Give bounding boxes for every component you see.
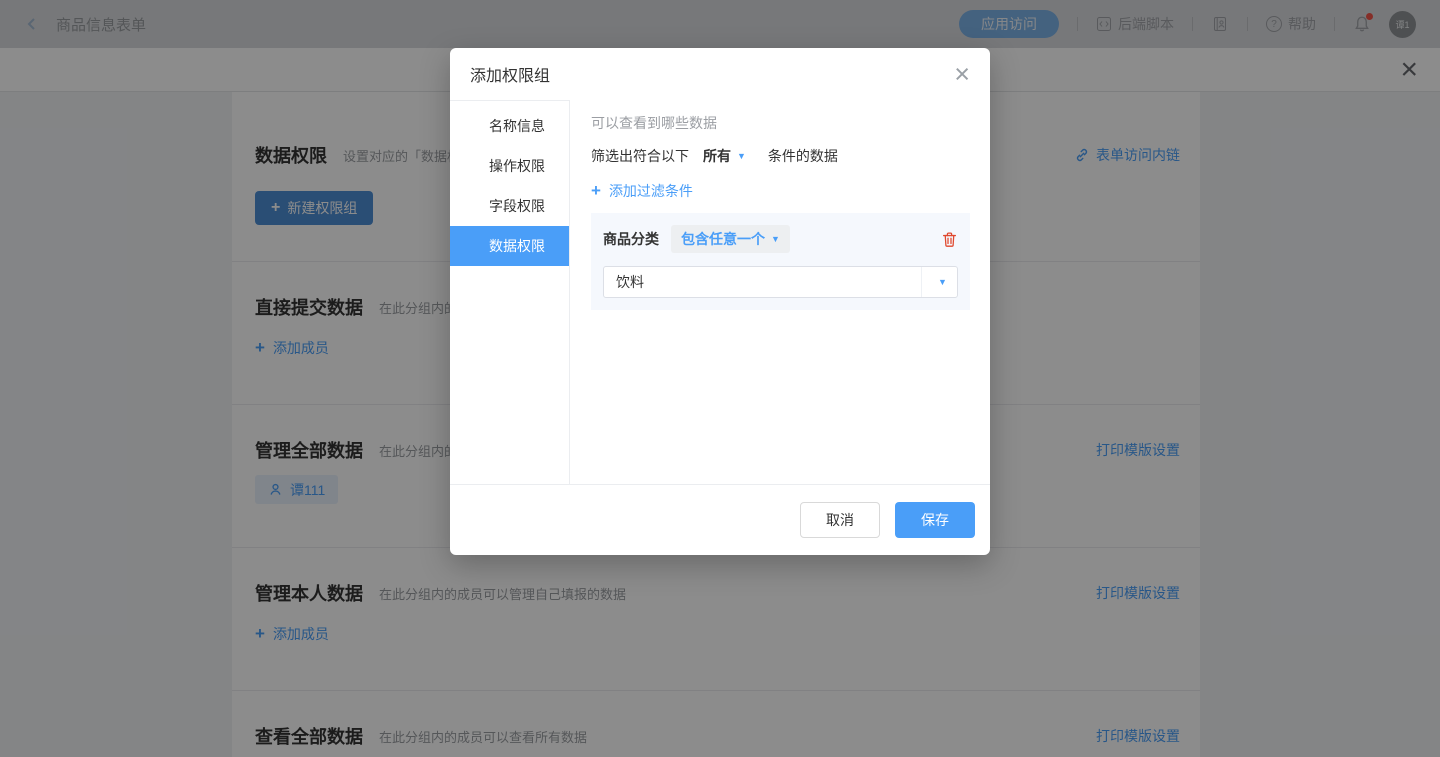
tab-operation-permission[interactable]: 操作权限 [450,146,569,186]
modal-content: 可以查看到哪些数据 筛选出符合以下 所有 ▼ 条件的数据 + 添加过滤条件 商品… [570,100,990,484]
add-permission-group-modal: 添加权限组 × 名称信息 操作权限 字段权限 数据权限 可以查看到哪些数据 筛选… [450,48,990,555]
chevron-down-icon: ▼ [737,151,746,161]
chevron-down-icon: ▼ [771,234,780,244]
tab-name-info[interactable]: 名称信息 [450,106,569,146]
data-scope-hint: 可以查看到哪些数据 [591,113,970,133]
modal-tab-list: 名称信息 操作权限 字段权限 数据权限 [450,100,570,484]
tab-field-permission[interactable]: 字段权限 [450,186,569,226]
add-filter-condition-link[interactable]: + 添加过滤条件 [591,181,693,201]
filter-mode-dropdown[interactable]: 所有 ▼ [703,146,746,166]
condition-field-label: 商品分类 [603,229,659,249]
delete-condition-icon[interactable] [941,231,958,248]
condition-value-select[interactable]: 饮料 ▼ [603,266,958,298]
cancel-button[interactable]: 取消 [800,502,880,538]
tab-data-permission[interactable]: 数据权限 [450,226,569,266]
filter-suffix-label: 条件的数据 [768,146,838,166]
chevron-down-icon: ▼ [938,277,947,287]
condition-operator-dropdown[interactable]: 包含任意一个 ▼ [671,225,790,253]
plus-icon: + [591,184,601,198]
filter-condition-card: 商品分类 包含任意一个 ▼ 饮料 ▼ [591,213,970,310]
select-caret-button[interactable]: ▼ [921,267,957,297]
modal-close-icon[interactable]: × [954,61,970,88]
condition-value: 饮料 [604,272,921,292]
filter-prefix-label: 筛选出符合以下 [591,146,689,166]
modal-title: 添加权限组 [470,62,550,86]
save-button[interactable]: 保存 [895,502,975,538]
